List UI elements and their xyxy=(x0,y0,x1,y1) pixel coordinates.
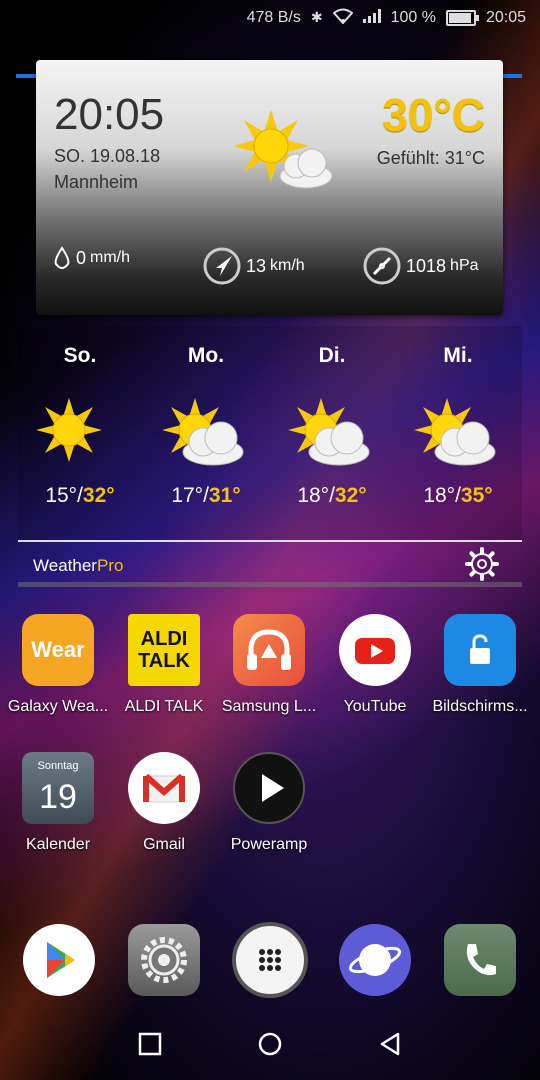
lock-icon xyxy=(444,614,516,686)
calendar-icon: Sonntag 19 xyxy=(22,752,94,824)
wind-value: 13 xyxy=(246,255,267,276)
rain-value: 0 xyxy=(76,247,87,268)
sun-cloud-icon xyxy=(414,398,496,466)
youtube-icon xyxy=(339,614,411,686)
forecast-divider xyxy=(18,540,522,542)
status-time: 20:05 xyxy=(485,8,526,26)
forecast-low: 18° xyxy=(297,484,330,507)
gear-icon[interactable] xyxy=(464,546,500,582)
app-kalender[interactable]: Sonntag 19 Kalender xyxy=(4,752,112,854)
widget-time: 20:05 xyxy=(54,90,165,139)
net-speed: 478 B/s xyxy=(246,8,301,26)
app-label: Gmail xyxy=(143,836,185,853)
play-icon xyxy=(233,752,305,824)
forecast-low: 18° xyxy=(423,484,456,507)
play-store-icon[interactable] xyxy=(23,924,95,996)
forecast-day-4: Mi. 18°/35° xyxy=(396,326,520,508)
sun-icon xyxy=(36,398,102,462)
widget-bottom-bar xyxy=(18,582,522,587)
battery-icon xyxy=(445,9,479,26)
widget-date: SO. 19.08.18 xyxy=(54,146,161,166)
forecast-low: 15° xyxy=(45,484,78,507)
brand-main: Weather xyxy=(33,556,97,575)
app-label: Samsung L... xyxy=(221,698,317,715)
rain-unit: mm/h xyxy=(90,249,131,266)
app-label: Galaxy Wea... xyxy=(7,698,109,715)
forecast-day-name: Mo. xyxy=(187,344,225,367)
app-poweramp[interactable]: Poweramp xyxy=(215,752,323,854)
app-samsung-l[interactable]: Samsung L... xyxy=(215,614,323,716)
forecast-day-2: Mo. 17°/31° xyxy=(144,326,268,508)
forecast-temps: 15°/32° xyxy=(45,484,115,507)
status-bar: 478 B/s ✱ 100 % 20:05 xyxy=(0,0,540,36)
wind-unit: km/h xyxy=(270,257,305,274)
aldi-talk-icon: ALDI TALK xyxy=(128,614,200,686)
pressure-unit: hPa xyxy=(450,257,479,274)
forecast-high: 32° xyxy=(334,484,367,507)
headphones-icon xyxy=(233,614,305,686)
raindrop-icon xyxy=(54,246,70,269)
app-label: YouTube xyxy=(343,698,407,715)
forecast-day-3: Di. 18°/32° xyxy=(270,326,394,508)
forecast-high: 31° xyxy=(208,484,241,507)
sun-cloud-icon xyxy=(233,110,333,189)
app-drawer-icon[interactable] xyxy=(232,922,308,998)
weatherpro-brand: WeatherPro xyxy=(33,556,123,576)
rain-stat: 0 mm/h xyxy=(52,246,130,270)
widget-feels-like: Gefühlt: 31°C xyxy=(376,148,485,168)
forecast-low: 17° xyxy=(171,484,204,507)
app-aldi-talk[interactable]: ALDI TALK ALDI TALK xyxy=(110,614,218,716)
gmail-icon xyxy=(128,752,200,824)
app-label: Bildschirms... xyxy=(432,698,528,715)
barometer-icon xyxy=(363,247,401,285)
sun-cloud-icon xyxy=(162,398,244,466)
pressure-value: 1018 xyxy=(406,255,447,276)
bluetooth-icon: ✱ xyxy=(310,9,323,25)
app-label: ALDI TALK xyxy=(124,698,204,715)
widget-city: Mannheim xyxy=(54,172,139,192)
forecast-day-name: Mi. xyxy=(443,344,473,367)
wind-compass-icon xyxy=(203,247,241,285)
wear-icon: Wear xyxy=(22,614,94,686)
signal-icon xyxy=(362,9,381,26)
app-label: Poweramp xyxy=(230,836,308,853)
pressure-stat: 1018 hPa xyxy=(362,246,479,286)
weather-widget[interactable]: 20:05 SO. 19.08.18 Mannheim 30°C Gefühlt… xyxy=(36,60,503,315)
forecast-day-name: Di. xyxy=(318,344,346,367)
settings-icon[interactable] xyxy=(128,924,200,996)
forecast-temps: 18°/35° xyxy=(423,484,493,507)
internet-icon[interactable] xyxy=(339,924,411,996)
back-button[interactable] xyxy=(374,1028,406,1060)
sun-cloud-icon xyxy=(288,398,370,466)
forecast-high: 32° xyxy=(82,484,115,507)
wifi-icon xyxy=(332,8,354,27)
forecast-day-1: So. 15°/32° xyxy=(18,326,142,508)
forecast-high: 35° xyxy=(460,484,493,507)
app-galaxy-wearable[interactable]: Wear Galaxy Wea... xyxy=(4,614,112,716)
battery-percent: 100 % xyxy=(390,8,436,26)
forecast-temps: 18°/32° xyxy=(297,484,367,507)
home-button[interactable] xyxy=(254,1028,286,1060)
forecast-day-name: So. xyxy=(63,344,97,367)
phone-icon[interactable] xyxy=(444,924,516,996)
forecast-temps: 17°/31° xyxy=(171,484,241,507)
app-bildschirmsperre[interactable]: Bildschirms... xyxy=(426,614,534,716)
app-label: Kalender xyxy=(25,836,91,853)
recents-button[interactable] xyxy=(134,1028,166,1060)
brand-accent: Pro xyxy=(96,556,124,575)
app-youtube[interactable]: YouTube xyxy=(321,614,429,716)
wind-stat: 13 km/h xyxy=(202,246,305,286)
app-gmail[interactable]: Gmail xyxy=(110,752,218,854)
navigation-bar xyxy=(0,1010,540,1080)
widget-temperature: 30°C xyxy=(382,89,485,141)
